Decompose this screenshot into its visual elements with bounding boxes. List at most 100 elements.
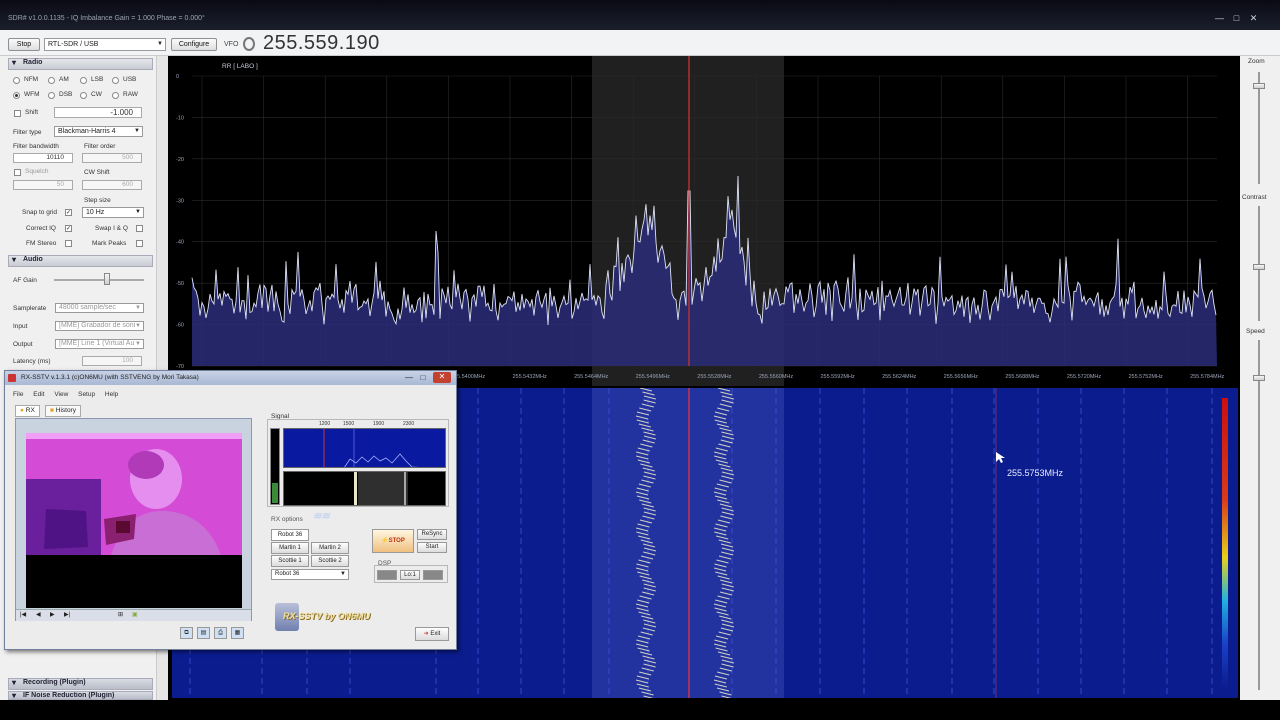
tab-rx[interactable]: ● RX (15, 405, 40, 417)
folder-icon[interactable]: ▦ (231, 627, 244, 639)
menu-view[interactable]: View (54, 391, 68, 398)
noise-reduction-panel-header[interactable]: IF Noise Reduction (Plugin) (8, 691, 153, 700)
vfo-frequency[interactable]: 255.559.190 (263, 32, 380, 55)
start-button[interactable]: Start (417, 542, 447, 553)
dsp-button-left[interactable] (377, 570, 397, 580)
minimize-icon[interactable]: — (1214, 13, 1225, 23)
shift-checkbox[interactable] (14, 110, 21, 117)
tick-1500: 1500 (343, 421, 355, 427)
save-icon[interactable]: ▤ (197, 627, 210, 639)
mode-raw-radio[interactable] (112, 92, 119, 99)
rx-sstv-titlebar[interactable]: RX-SSTV v.1.3.1 (c)ON6MU (with SSTVENG b… (5, 371, 456, 385)
spectrum-analyzer[interactable]: RR [ LABO ] 0 -10 -20 -30 -40 -50 -60 -70 255.5… (172, 56, 1280, 386)
waterfall-passband (592, 388, 784, 698)
zoom-image-icon[interactable]: ⊞ (118, 611, 123, 618)
rx-sstv-window[interactable]: RX-SSTV v.1.3.1 (c)ON6MU (with SSTVENG b… (4, 370, 457, 650)
stop-button[interactable]: Stop (8, 38, 40, 51)
maximize-icon[interactable]: □ (1231, 13, 1242, 23)
close-icon[interactable]: ✕ (433, 372, 451, 383)
mode-dsb-radio[interactable] (48, 92, 55, 99)
fm-stereo-checkbox[interactable] (65, 240, 72, 247)
mode-nfm-radio[interactable] (13, 77, 20, 84)
af-gain-slider[interactable] (104, 273, 111, 285)
rx-sstv-title: RX-SSTV v.1.3.1 (c)ON6MU (with SSTVENG b… (21, 374, 199, 381)
menu-file[interactable]: File (13, 391, 23, 398)
filter-type-select[interactable]: Blackman-Harris 4 ▼ (54, 126, 143, 137)
recording-panel-header[interactable]: Recording (Plugin) (8, 678, 153, 690)
dsp-button-lo[interactable]: Lo:1 (400, 570, 420, 580)
mode-nfm-label: NFM (24, 76, 39, 83)
signal-waterfall-plot (354, 472, 408, 505)
mode-scottie1-button[interactable]: Scottie 1 (271, 555, 309, 567)
radio-panel-header[interactable]: Radio (8, 58, 153, 70)
mode-martin1-button[interactable]: Martin 1 (271, 542, 309, 554)
input-select[interactable]: [MME] Grabador de soni ▼ (55, 321, 144, 331)
mode-usb-radio[interactable] (112, 77, 119, 84)
tab-history[interactable]: ■ History (45, 405, 81, 417)
samplerate-label: Samplerate (13, 305, 47, 312)
zoom-slider[interactable] (1253, 83, 1265, 90)
configure-button[interactable]: Configure (171, 38, 217, 51)
minimize-icon[interactable]: — (403, 373, 415, 383)
samplerate-select[interactable]: 48000 sample/sec ▼ (55, 303, 144, 313)
menu-setup[interactable]: Setup (78, 391, 95, 398)
close-icon[interactable]: ✕ (1248, 13, 1259, 23)
contrast-slider[interactable] (1253, 263, 1265, 270)
menu-edit[interactable]: Edit (33, 391, 44, 398)
chevron-down-icon: ▼ (135, 341, 141, 347)
stop-sstv-button[interactable]: ⚡STOP (372, 529, 414, 553)
mode-select[interactable]: Robot 36 ▼ (271, 569, 349, 580)
save-image-icon[interactable]: ▣ (132, 611, 138, 618)
db-tick-label: -30 (176, 198, 184, 204)
tab-rx-label: RX (25, 407, 35, 414)
dsp-button-right[interactable] (423, 570, 443, 580)
spectrum-plot[interactable]: RR [ LABO ] 0-10-20-30-40-50-60-70 255.5… (172, 56, 1280, 386)
filter-bandwidth-input[interactable]: 10110 (13, 153, 73, 163)
shift-input[interactable]: -1.000 (54, 107, 142, 118)
step-size-value: 10 Hz (86, 209, 105, 216)
mode-wfm-radio[interactable] (13, 92, 20, 99)
snap-to-grid-checkbox[interactable]: ✓ (65, 209, 72, 216)
squelch-input[interactable]: 50 (13, 180, 73, 190)
mode-cw-label: CW (91, 91, 102, 98)
speed-slider[interactable] (1253, 375, 1265, 381)
copy-icon[interactable]: ⧉ (180, 627, 193, 639)
mode-cw-radio[interactable] (80, 92, 87, 99)
menu-help[interactable]: Help (105, 391, 118, 398)
latency-label: Latency (ms) (13, 358, 51, 365)
latency-input[interactable]: 100 (82, 356, 142, 366)
mark-peaks-checkbox[interactable] (136, 240, 143, 247)
prev-image-icon[interactable]: ◀ (36, 611, 41, 618)
chevron-down-icon: ▼ (135, 209, 141, 215)
resync-button[interactable]: ReSync (417, 529, 447, 540)
mode-scottie2-button[interactable]: Scottie 2 (311, 555, 349, 567)
source-select[interactable]: RTL-SDR / USB ▼ (44, 38, 166, 51)
cw-shift-input[interactable]: 600 (82, 180, 142, 190)
print-icon[interactable]: ⎙ (214, 627, 227, 639)
correct-iq-label: Correct IQ (26, 225, 56, 232)
mark-peaks-label: Mark Peaks (92, 240, 127, 247)
freq-tick-label: 255.5784MHz (1190, 374, 1224, 380)
exit-button[interactable]: ➜ Exit (415, 627, 449, 641)
maximize-icon[interactable]: □ (417, 373, 429, 383)
zoom-label: Zoom (1248, 58, 1265, 65)
step-size-select[interactable]: 10 Hz ▼ (82, 207, 144, 218)
swap-iq-checkbox[interactable] (136, 225, 143, 232)
correct-iq-checkbox[interactable]: ✓ (65, 225, 72, 232)
filter-order-input[interactable]: 500 (82, 153, 142, 163)
cw-shift-label: CW Shift (84, 169, 110, 176)
mode-martin2-button[interactable]: Martin 2 (311, 542, 349, 554)
next-image-icon[interactable]: ▶ (50, 611, 55, 618)
first-image-icon[interactable]: |◀ (20, 611, 26, 618)
last-image-icon[interactable]: ▶| (64, 611, 70, 618)
mode-am-radio[interactable] (48, 77, 55, 84)
mode-wfm-label: WFM (24, 91, 40, 98)
mode-lsb-radio[interactable] (80, 77, 87, 84)
step-size-label: Step size (84, 197, 111, 204)
audio-panel-header[interactable]: Audio (8, 255, 153, 267)
squelch-checkbox[interactable] (14, 169, 21, 176)
signal-level-fill (272, 483, 278, 503)
output-select[interactable]: [MME] Line 1 (Virtual Au ▼ (55, 339, 144, 349)
exit-icon: ➜ (423, 631, 429, 637)
mode-robot36-button[interactable]: Robot 36 (271, 529, 309, 541)
